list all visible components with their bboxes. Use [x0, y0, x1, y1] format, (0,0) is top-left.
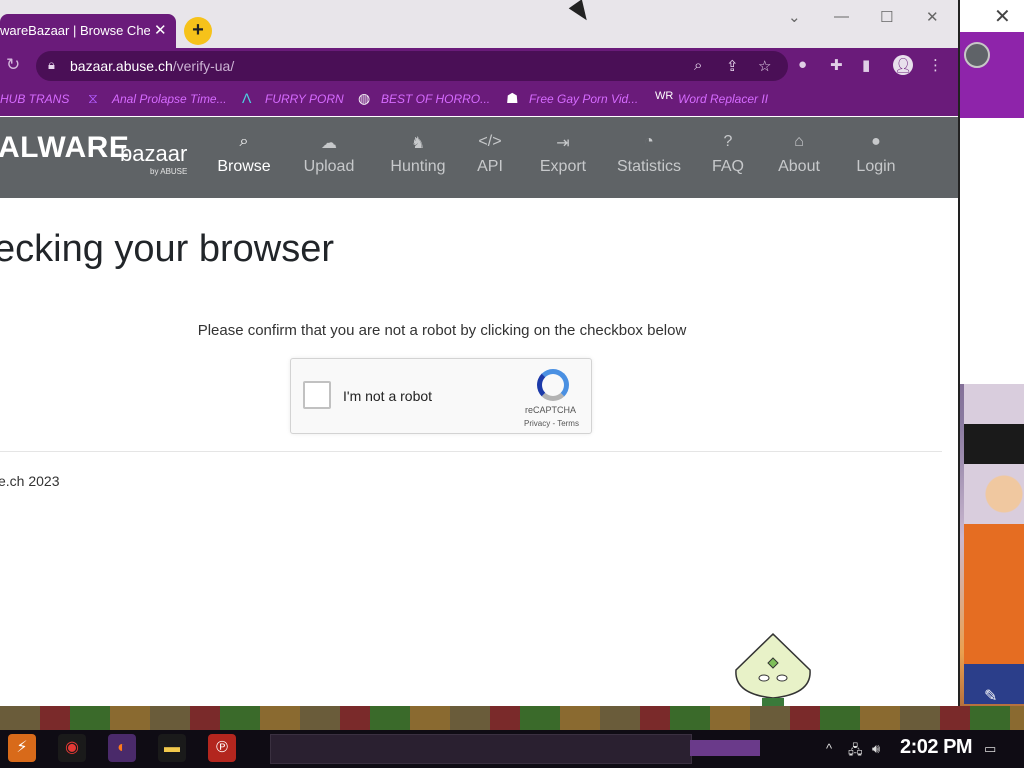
file-explorer-taskbar-icon[interactable]: ▬ — [158, 734, 186, 762]
maximize-button[interactable]: ☐ — [880, 8, 893, 26]
share-icon[interactable]: ⇪ — [726, 57, 739, 75]
bookmark-icon: ☗ — [506, 90, 519, 106]
pie-chart-icon: ◔ — [644, 133, 654, 150]
start-button-icon[interactable]: ⚡ — [8, 734, 36, 762]
pencil-icon[interactable]: ✎ — [984, 686, 997, 706]
nav-login[interactable]: ● Login — [836, 133, 916, 176]
nav-hunting[interactable]: ♞ Hunting — [378, 133, 458, 176]
recaptcha-terms-link[interactable]: Privacy - Terms — [524, 419, 579, 428]
apps-grid-icon[interactable]: ⋮⋮ — [982, 124, 1022, 149]
menu-kebab-icon[interactable]: ⋮ — [928, 56, 943, 74]
taskbar-wallpaper-strip — [0, 706, 1024, 730]
peridot-character-sticker — [735, 632, 811, 706]
code-icon: </> — [478, 133, 502, 150]
network-icon[interactable]: 🖧︎ — [848, 741, 863, 763]
user-icon: ● — [871, 133, 881, 150]
tab-close-icon[interactable]: ✕ — [154, 21, 167, 39]
side-panel-icon[interactable]: ▮ — [862, 56, 870, 74]
title-bar: wareBazaar | Browse Chec ✕ + ⌄ — ☐ ✕ — [0, 0, 958, 48]
extensions-puzzle-icon[interactable]: ✚ — [830, 56, 843, 74]
nav-browse[interactable]: ⌕ Browse — [204, 133, 284, 176]
chrome-taskbar-icon[interactable]: ◉ — [58, 734, 86, 762]
tab-title: wareBazaar | Browse Chec — [0, 23, 150, 38]
background-close-icon[interactable]: ✕ — [994, 4, 1011, 29]
bookmark-item[interactable]: FURRY PORN — [265, 92, 344, 106]
zoom-search-icon[interactable]: ⌕ — [694, 57, 702, 74]
search-icon: ⌕ — [239, 133, 249, 150]
bookmark-star-icon[interactable]: ☆ — [758, 57, 771, 75]
url-text[interactable]: bazaar.abuse.ch/verify-ua/ — [70, 58, 234, 74]
extension-icon: WR — [655, 90, 674, 102]
browser-window: wareBazaar | Browse Chec ✕ + ⌄ — ☐ ✕ ↻ 🔒… — [0, 0, 960, 706]
minimize-button[interactable]: — — [834, 8, 849, 25]
bookmark-icon: Λ — [242, 90, 252, 106]
page-title: ecking your browser — [0, 228, 335, 270]
background-window: ✕ ⋮⋮ — [958, 0, 1024, 384]
taskbar-clock[interactable]: 2:02 PM — [900, 736, 973, 759]
hunting-icon: ♞ — [410, 135, 426, 152]
nav-faq[interactable]: ? FAQ — [688, 133, 768, 176]
app-taskbar-icon[interactable]: ℗ — [208, 734, 236, 762]
profile-icon[interactable]: 👤︎ — [893, 55, 913, 75]
site-logo[interactable]: ALWARE — [0, 131, 129, 165]
bookmark-item[interactable]: BEST OF HORRO... — [381, 92, 490, 106]
nav-statistics[interactable]: ◔ Statistics — [609, 133, 689, 176]
taskbar-decoration — [690, 740, 760, 756]
tray-chevron-icon[interactable]: ^ — [826, 741, 832, 756]
bookmark-icon: ⧖ — [88, 90, 98, 106]
tab-search-icon[interactable]: ⌄ — [788, 8, 801, 26]
firefox-taskbar-icon[interactable]: ◐ — [108, 734, 136, 762]
recaptcha-label: I'm not a robot — [343, 388, 433, 404]
toolbar: ↻ 🔒︎ bazaar.abuse.ch/verify-ua/ ⌕ ⇪ ☆ ● … — [0, 48, 958, 84]
address-bar[interactable]: 🔒︎ bazaar.abuse.ch/verify-ua/ ⌕ ⇪ ☆ — [36, 51, 788, 81]
extension-avatar-icon[interactable]: ● — [798, 56, 807, 73]
nav-upload[interactable]: ☁ Upload — [289, 133, 369, 176]
cloud-upload-icon: ☁ — [321, 135, 337, 152]
recaptcha-logo-icon — [537, 369, 569, 401]
question-icon: ? — [723, 133, 733, 150]
nav-export[interactable]: ⇥ Export — [523, 133, 603, 176]
divider — [0, 451, 942, 452]
bookmark-item[interactable]: Anal Prolapse Time... — [112, 92, 227, 106]
export-icon: ⇥ — [556, 135, 570, 152]
confirm-text: Please confirm that you are not a robot … — [197, 322, 687, 339]
recaptcha-brand: reCAPTCHA — [525, 405, 577, 415]
site-logo-by: by ABUSE — [150, 167, 188, 176]
archive-icon: ⌂ — [794, 133, 804, 150]
nav-about[interactable]: ⌂ About — [759, 133, 839, 176]
site-navbar: ALWARE bazaar by ABUSE ⌕ Browse ☁ Upload… — [0, 117, 958, 198]
bookmark-item[interactable]: Word Replacer II — [678, 92, 768, 106]
globe-icon: ◍ — [358, 90, 371, 106]
new-tab-button[interactable]: + — [184, 17, 212, 45]
recaptcha-checkbox[interactable] — [303, 381, 331, 409]
site-logo-sub: bazaar — [120, 141, 188, 166]
wallpaper-character-image — [964, 384, 1024, 704]
footer-copyright: e.ch 2023 — [0, 473, 60, 489]
notification-icon[interactable]: ▭ — [984, 741, 996, 757]
reload-icon[interactable]: ↻ — [6, 55, 20, 75]
recaptcha-widget: I'm not a robot reCAPTCHA Privacy - Term… — [290, 358, 592, 434]
bookmark-item[interactable]: HUB TRANS — [0, 92, 69, 106]
close-button[interactable]: ✕ — [926, 8, 939, 26]
nav-api[interactable]: </> API — [450, 133, 530, 176]
bookmark-item[interactable]: Free Gay Porn Vid... — [529, 92, 638, 106]
background-profile-icon[interactable] — [964, 42, 990, 68]
bookmarks-bar: HUB TRANS ⧖ Anal Prolapse Time... Λ FURR… — [0, 84, 958, 116]
volume-icon[interactable]: 🔊︎ — [872, 741, 880, 757]
lock-icon[interactable]: 🔒︎ — [48, 57, 55, 73]
active-tab[interactable]: wareBazaar | Browse Chec ✕ — [0, 14, 176, 48]
page-content: ecking your browser Please confirm that … — [0, 198, 958, 706]
taskbar-search-area[interactable] — [270, 734, 692, 764]
